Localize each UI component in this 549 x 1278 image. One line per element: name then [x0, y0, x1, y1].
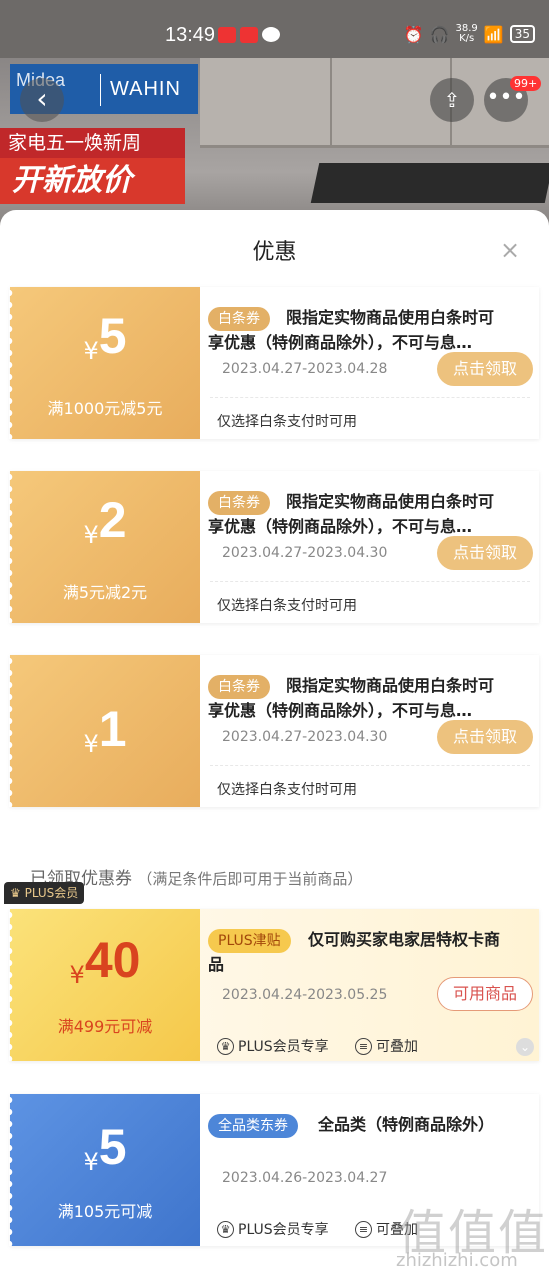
currency-symbol: ¥: [83, 730, 99, 758]
received-coupon-card: ¥40 满499元可减 仅可购买家电家居特权卡商品 PLUS津贴 2023.04…: [9, 909, 539, 1061]
divider: [210, 765, 530, 766]
promo-line-2: 开新放价: [0, 158, 185, 204]
status-time: 13:49: [165, 24, 216, 46]
coupon-amount: ¥5: [10, 307, 200, 365]
coupon-condition: 满105元可减: [57, 1202, 153, 1221]
coupon-value-panel: ¥5 满1000元减5元: [9, 287, 200, 439]
app-notification-icon-2: [240, 27, 258, 43]
coupon-card: ¥5 满1000元减5元 限指定实物商品使用白条时可享优惠（特例商品除外），不可…: [9, 287, 539, 439]
crown-icon: ♛: [217, 1037, 234, 1055]
back-button[interactable]: ‹: [20, 78, 64, 122]
coupon-tag: 白条券: [208, 491, 270, 515]
headphones-icon: 🎧: [429, 24, 450, 44]
currency-symbol: ¥: [83, 1148, 99, 1176]
promo-line-1: 家电五一焕新周: [0, 128, 185, 158]
plus-member-ribbon: ♛ PLUS会员: [4, 882, 85, 904]
brand-logo-wahin: WAHIN: [110, 78, 181, 100]
coupon-note: 仅选择白条支付时可用: [217, 598, 357, 614]
currency-symbol: ¥: [83, 337, 99, 365]
cabinet-divider: [330, 58, 332, 148]
coupon-card: ¥2 满5元减2元 限指定实物商品使用白条时可享优惠（特例商品除外），不可与息……: [9, 471, 539, 623]
notification-icons: [218, 27, 280, 43]
coupon-value-panel: ¥1: [9, 655, 200, 807]
coupon-date: 2023.04.27-2023.04.30: [222, 729, 388, 745]
coupon-tag: 全品类东券: [208, 1114, 298, 1138]
claim-button[interactable]: 点击领取: [437, 720, 533, 754]
stack-icon: ≡: [355, 1220, 372, 1238]
range-hood-image: [310, 163, 549, 203]
coupon-card: ¥1 限指定实物商品使用白条时可享优惠（特例商品除外），不可与息… 白条券 20…: [9, 655, 539, 807]
coupon-value-panel: ¥2 满5元减2元: [9, 471, 200, 623]
coupon-note: 仅选择白条支付时可用: [217, 782, 357, 798]
status-icons: ⏰ 🎧 38.9 K/s 📶 35: [404, 24, 535, 44]
section-hint: （满足条件后即可用于当前商品）: [137, 870, 363, 888]
available-products-button[interactable]: 可用商品: [437, 977, 533, 1011]
battery-icon: 35: [509, 25, 535, 43]
brand-separator: [100, 74, 101, 106]
claim-button[interactable]: 点击领取: [437, 536, 533, 570]
notification-badge: 99+: [510, 76, 542, 91]
feature-label: 可叠加: [376, 1039, 418, 1055]
feature-label: PLUS会员专享: [238, 1039, 329, 1055]
currency-symbol: ¥: [69, 961, 85, 989]
alarm-icon: ⏰: [403, 24, 424, 44]
coupon-condition: 满499元可减: [57, 1017, 153, 1036]
amount-value: 1: [98, 701, 127, 757]
coupon-tag: PLUS津贴: [208, 929, 291, 953]
coupon-amount: ¥40: [10, 931, 200, 989]
coupon-amount: ¥5: [10, 1118, 200, 1176]
coupon-condition: 满5元减2元: [62, 583, 148, 602]
coupon-amount: ¥2: [10, 491, 200, 549]
share-icon: ⇪: [443, 88, 461, 112]
crown-icon: ♛: [217, 1220, 234, 1238]
coupon-date: 2023.04.27-2023.04.28: [222, 361, 388, 377]
coupon-date: 2023.04.26-2023.04.27: [222, 1170, 388, 1186]
close-icon[interactable]: ×: [500, 236, 520, 264]
coupon-value-panel: ¥5 满105元可减: [9, 1094, 200, 1246]
amount-value: 5: [98, 1119, 127, 1175]
crown-icon: ♛: [10, 886, 25, 900]
ribbon-label: PLUS会员: [24, 886, 79, 900]
coupon-date: 2023.04.24-2023.05.25: [222, 987, 388, 1003]
coupon-amount: ¥1: [10, 700, 200, 758]
sheet-title: 优惠: [252, 240, 297, 265]
share-button[interactable]: ⇪: [430, 78, 474, 122]
amount-value: 5: [98, 308, 127, 364]
claim-button[interactable]: 点击领取: [437, 352, 533, 386]
app-notification-icon: [218, 27, 236, 43]
stack-icon: ≡: [355, 1037, 372, 1055]
watermark-site: zhizhizhi.com: [396, 1250, 518, 1271]
feature-plus-only: ♛ PLUS会员专享: [217, 1036, 329, 1056]
coupon-tag: 白条券: [208, 675, 270, 699]
feature-label: PLUS会员专享: [238, 1222, 329, 1238]
amount-value: 2: [98, 492, 127, 548]
divider: [210, 581, 530, 582]
wifi-icon: 📶: [483, 24, 504, 44]
coupon-tag: 白条券: [208, 307, 270, 331]
amount-value: 40: [84, 932, 141, 988]
chevron-down-icon[interactable]: ⌄: [516, 1038, 534, 1056]
message-icon: [262, 27, 280, 42]
coupon-note: 仅选择白条支付时可用: [217, 414, 357, 430]
feature-stackable: ≡ 可叠加: [355, 1036, 418, 1056]
coupon-date: 2023.04.27-2023.04.30: [222, 545, 388, 561]
currency-symbol: ¥: [83, 521, 99, 549]
coupon-value-panel: ¥40 满499元可减: [9, 909, 200, 1061]
divider: [210, 397, 530, 398]
chevron-left-icon: ‹: [36, 82, 48, 115]
coupon-condition: 满1000元减5元: [47, 399, 163, 418]
network-speed: 38.9 K/s: [455, 23, 478, 44]
feature-plus-only: ♛ PLUS会员专享: [217, 1219, 329, 1239]
